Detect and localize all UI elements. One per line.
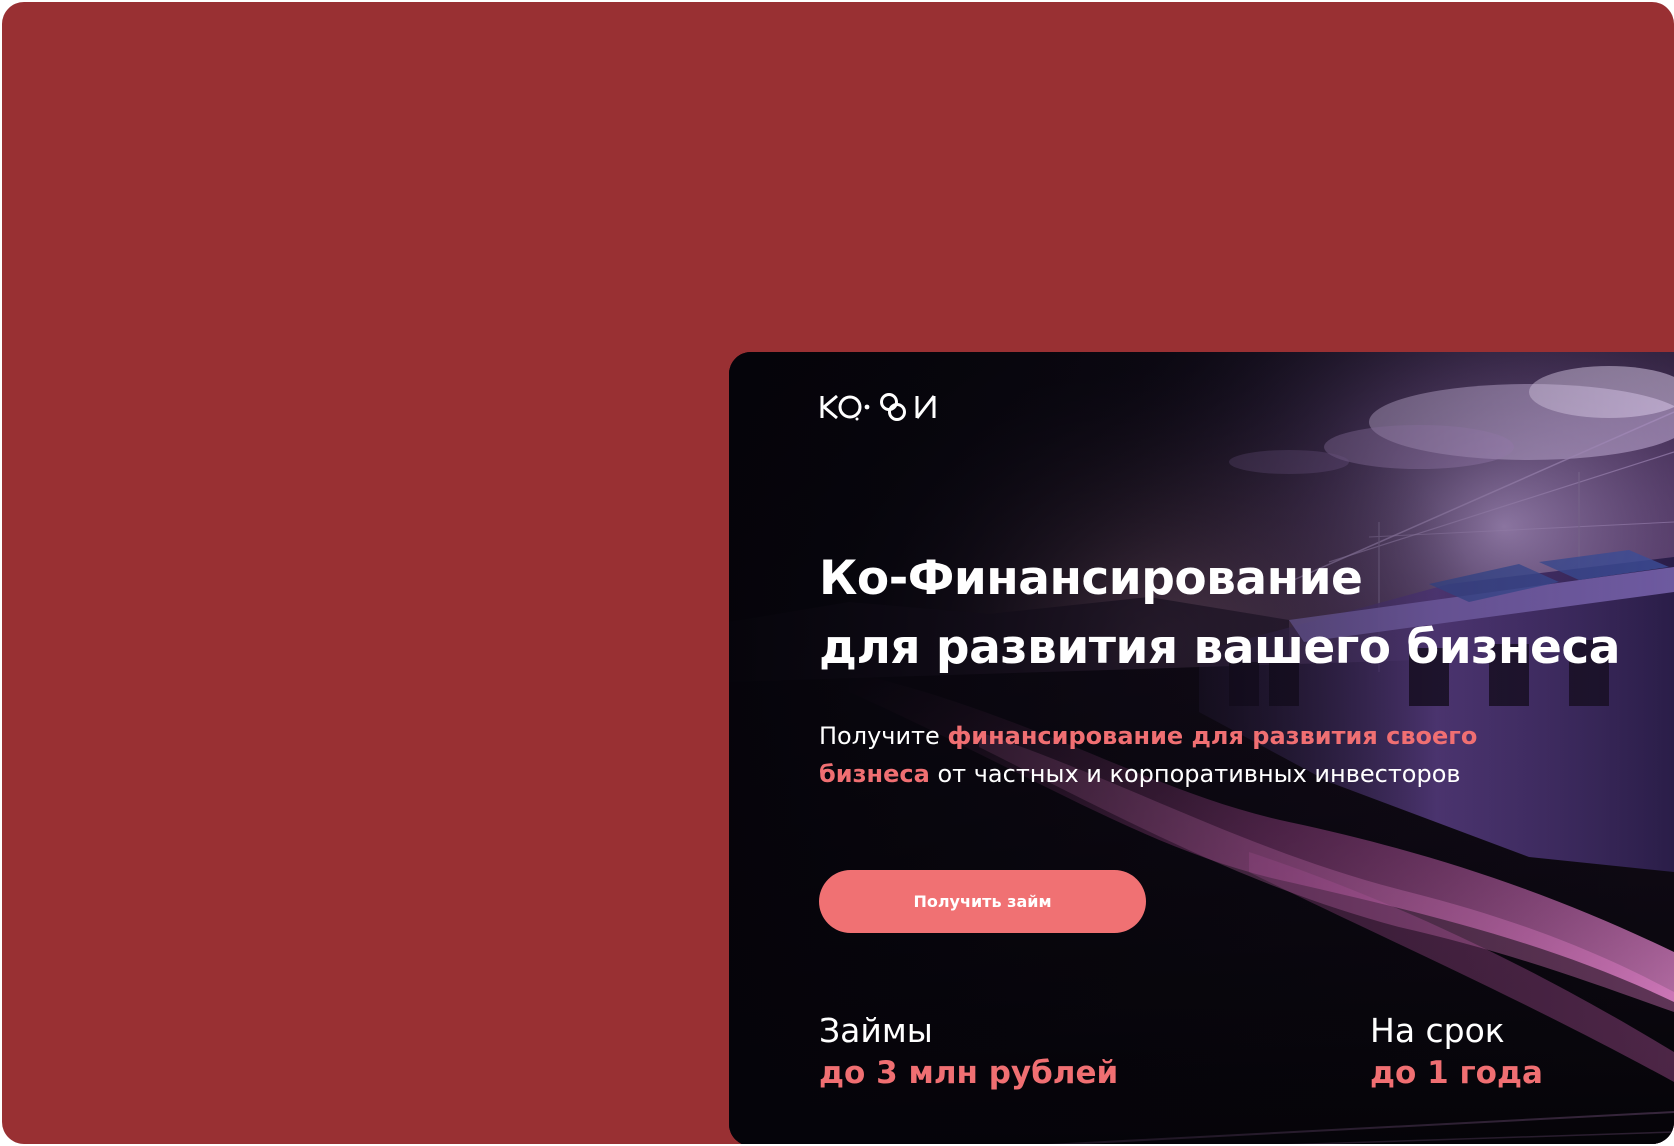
stat-value: до 3 млн рублей [819, 1055, 1119, 1091]
hero-title-line2: для развития вашего бизнеса [819, 620, 1620, 675]
hero-title: Ко-Финансирование для развития вашего би… [819, 544, 1669, 682]
hero-subtitle: Получите финансирование для развития сво… [819, 717, 1539, 793]
maroon-backdrop: Ко-Финансирование для развития вашего би… [2, 2, 1674, 1144]
subtitle-suffix: от частных и корпоративных инвесторов [929, 760, 1461, 788]
subtitle-prefix: Получите [819, 722, 948, 750]
stat-label: Займы [819, 1011, 933, 1050]
stat-loan-amount: Займы до 3 млн рублей [819, 1010, 1118, 1094]
stat-label: На срок [1370, 1011, 1505, 1050]
stat-value: до 1 года [1370, 1055, 1543, 1091]
kofi-logo [820, 393, 936, 421]
page-canvas: Ко-Финансирование для развития вашего би… [0, 0, 1674, 1146]
stat-loan-term: На срок до 1 года [1370, 1010, 1543, 1094]
hero-title-line1: Ко-Финансирование [819, 551, 1363, 606]
get-loan-button[interactable]: Получить займ [819, 870, 1146, 933]
hero-banner: Ко-Финансирование для развития вашего би… [729, 352, 1674, 1144]
